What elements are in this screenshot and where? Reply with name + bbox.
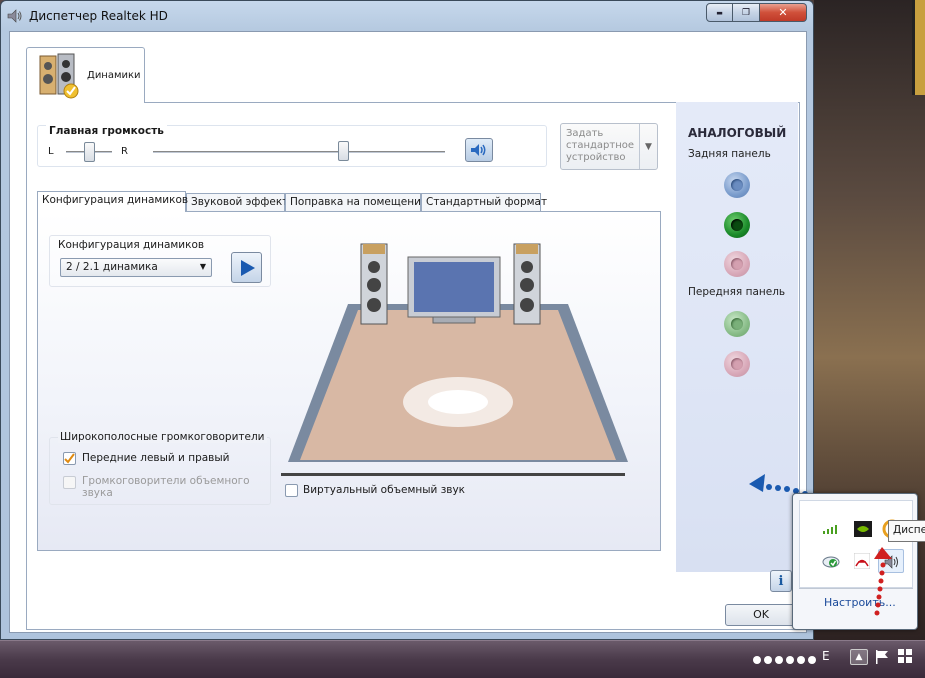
desktop-window-edge: [912, 0, 925, 95]
chevron-down-icon: ▼: [199, 262, 206, 271]
info-icon: i: [778, 573, 784, 589]
checkmark-icon: [64, 453, 75, 464]
left-speaker: [360, 243, 388, 325]
ok-label: OK: [753, 608, 769, 621]
set-default-device-button[interactable]: Задать стандартное устройство ▼: [560, 123, 658, 170]
main-volume-group: Главная громкость L R: [37, 125, 547, 167]
tab-default-format[interactable]: Стандартный формат: [421, 193, 547, 211]
speaker-room-illustration: [288, 243, 628, 462]
speaker-config-title: Конфигурация динамиков: [58, 239, 205, 251]
tab-default-format-label: Стандартный формат: [426, 196, 548, 208]
rear-jack-blue[interactable]: [724, 172, 750, 198]
front-jack-green[interactable]: [724, 311, 750, 337]
window-title: Диспетчер Realtek HD: [29, 9, 168, 23]
set-default-device-label: Задать стандартное устройство: [566, 128, 635, 163]
speakers-icon: [39, 53, 79, 99]
ok-button[interactable]: OK: [725, 604, 797, 626]
balance-left-label: L: [48, 146, 54, 157]
speaker-icon: [7, 9, 22, 23]
play-icon: [240, 259, 255, 276]
monitor: [407, 256, 501, 324]
language-indicator[interactable]: E: [822, 649, 830, 663]
tab-sound-effect[interactable]: Звуковой эффект: [186, 193, 289, 211]
speaker-config-panel: Конфигурация динамиков 2 / 2.1 динамика …: [37, 211, 661, 551]
minimize-button[interactable]: ▬: [706, 3, 733, 22]
rear-jack-green[interactable]: [724, 212, 750, 238]
speaker-config-value: 2 / 2.1 динамика: [66, 261, 158, 273]
tab-speakers-label: Динамики: [87, 70, 141, 81]
volume-track[interactable]: [153, 151, 445, 153]
tab-speaker-config[interactable]: Конфигурация динамиков: [37, 191, 189, 212]
tab-speaker-config-label: Конфигурация динамиков: [42, 194, 189, 206]
signal-icon[interactable]: [822, 523, 838, 535]
volume-slider-thumb[interactable]: [337, 141, 349, 161]
fullrange-speakers-group: Широкополосные громкоговорители Передние…: [49, 431, 271, 505]
caption-buttons: ▬ ❐ ✕: [706, 3, 807, 22]
mute-button[interactable]: [465, 138, 493, 162]
client-area: Динамики Главная громкость L R Задать ст…: [9, 31, 807, 633]
realtek-window: Диспетчер Realtek HD ▬ ❐ ✕ Динамики Глав…: [0, 0, 814, 640]
maximize-button[interactable]: ❐: [733, 3, 760, 22]
info-button[interactable]: i: [770, 570, 792, 592]
minimize-icon: ▬: [716, 8, 723, 17]
tray-overflow-popup: Настроить...: [792, 493, 918, 630]
rear-jack-pink[interactable]: [724, 251, 750, 277]
volume-tooltip: Диспе: [888, 520, 925, 542]
tab-room-correction-label: Поправка на помещение: [290, 196, 428, 208]
front-lr-label: Передние левый и правый: [82, 452, 230, 464]
close-button[interactable]: ✕: [760, 3, 807, 22]
surround-speakers-checkbox: [63, 476, 76, 489]
virtual-surround-checkbox[interactable]: [285, 484, 298, 497]
show-hidden-icon[interactable]: ▲: [850, 649, 868, 665]
windows-icon[interactable]: [897, 648, 913, 664]
analog-title: АНАЛОГОВЫЙ: [688, 126, 787, 140]
tab-speakers[interactable]: Динамики: [26, 47, 145, 103]
maximize-icon: ❐: [741, 7, 751, 18]
speaker-volume-icon: [471, 144, 486, 156]
tab-sound-effect-label: Звуковой эффект: [191, 196, 289, 208]
rear-panel-label: Задняя панель: [688, 148, 771, 160]
tab-room-correction[interactable]: Поправка на помещение: [285, 193, 427, 211]
speaker-config-select[interactable]: 2 / 2.1 динамика ▼: [60, 258, 212, 277]
front-lr-checkbox[interactable]: [63, 452, 76, 465]
annotation-dots: [753, 656, 816, 664]
chevron-down-icon: ▼: [639, 124, 657, 169]
volume-tooltip-text: Диспе: [893, 524, 925, 536]
flag-icon[interactable]: [874, 649, 890, 665]
speaker-config-group: Конфигурация динамиков 2 / 2.1 динамика …: [49, 235, 271, 287]
main-volume-title: Главная громкость: [46, 125, 167, 137]
close-icon: ✕: [778, 6, 788, 19]
play-test-button[interactable]: [231, 252, 262, 283]
nvidia-icon[interactable]: [854, 521, 872, 537]
balance-slider-thumb[interactable]: [84, 142, 95, 162]
front-jack-pink[interactable]: [724, 351, 750, 377]
front-panel-label: Передняя панель: [688, 286, 786, 298]
balance-right-label: R: [121, 146, 128, 157]
right-speaker: [513, 243, 541, 325]
title-bar[interactable]: Диспетчер Realtek HD ▬ ❐ ✕: [1, 1, 813, 31]
virtual-surround-label: Виртуальный объемный звук: [303, 484, 466, 496]
taskbar: E ▲: [0, 640, 925, 678]
room-divider: [281, 473, 625, 476]
surround-speakers-label: Громкоговорители объемного звука: [82, 475, 250, 499]
fullrange-speakers-title: Широкополосные громкоговорители: [58, 431, 267, 443]
annotation-arrow-red: [874, 547, 892, 616]
cloud-icon[interactable]: [822, 553, 840, 569]
